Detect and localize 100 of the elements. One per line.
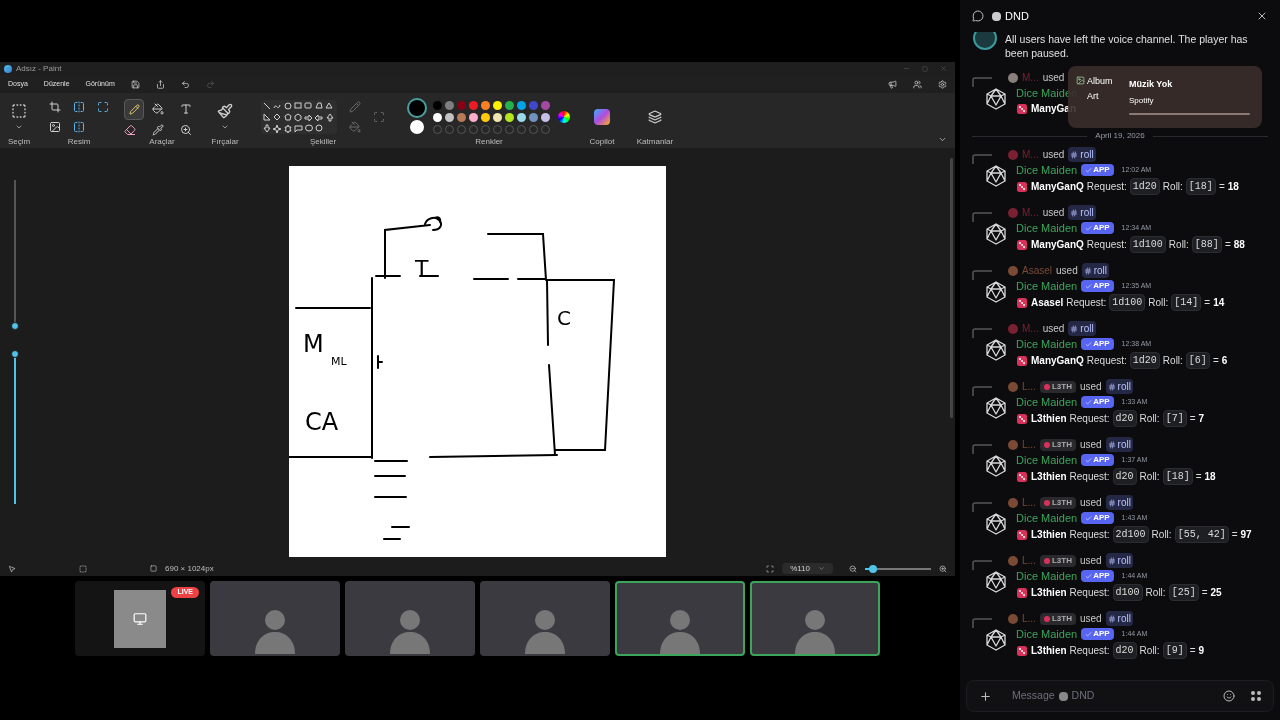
icosahedron-avatar-icon[interactable] [984,222,1008,246]
text-icon[interactable] [180,103,192,115]
bot-name[interactable]: Dice Maiden [1016,335,1078,353]
canvas-size-icon[interactable] [150,565,157,572]
megaphone-icon[interactable] [888,79,897,89]
rotate-icon[interactable] [73,101,85,113]
people-icon[interactable] [913,79,922,89]
icosahedron-avatar-icon[interactable] [984,396,1008,420]
command-link[interactable]: roll [1081,263,1110,278]
bot-name[interactable]: Dice Maiden [1016,509,1078,527]
color-swatch[interactable] [468,100,478,110]
bot-name[interactable]: Dice Maiden [1016,567,1078,585]
message-field[interactable]: Message DND [966,680,1274,712]
color-swatch[interactable] [468,112,478,122]
bot-name[interactable]: Dice Maiden [1016,393,1078,411]
layers-icon[interactable] [648,110,662,124]
command-link[interactable]: roll [1105,495,1133,510]
resize-icon[interactable] [97,101,109,113]
zoom-field[interactable]: %110 [782,563,833,574]
zoom-slider-thumb[interactable] [868,564,877,573]
save-icon[interactable] [130,79,140,89]
eraser-icon[interactable] [124,123,136,136]
color-swatch[interactable] [516,100,526,110]
bot-name[interactable]: Dice Maiden [1016,277,1078,295]
canvas[interactable]: T C M ML CA [289,166,666,557]
color-swatch[interactable] [432,112,442,122]
color-swatch[interactable] [516,112,526,122]
icosahedron-avatar-icon[interactable] [984,87,1008,111]
color-swatch[interactable] [492,100,502,110]
color-picker-icon[interactable] [152,123,164,136]
command-link[interactable]: roll [1105,553,1133,568]
slider-thumb[interactable] [11,321,19,330]
color-swatch[interactable] [432,100,442,110]
pencil-tool[interactable] [124,98,144,120]
icosahedron-avatar-icon[interactable] [984,454,1008,478]
zoom-in-icon[interactable] [939,564,947,573]
command-link[interactable]: roll [1105,379,1133,394]
share-icon[interactable] [155,79,165,89]
secondary-color[interactable] [409,120,424,134]
chevron-down-icon[interactable] [15,123,23,131]
icosahedron-avatar-icon[interactable] [984,164,1008,188]
color-swatch[interactable] [528,112,538,122]
scrollbar[interactable] [950,158,953,418]
color-swatch[interactable] [480,100,490,110]
color-swatch[interactable] [504,100,514,110]
undo-icon[interactable] [180,79,190,89]
icosahedron-avatar-icon[interactable] [984,628,1008,652]
image-icon[interactable] [49,121,61,133]
command-link[interactable]: roll [1068,321,1096,336]
reply-connector [972,560,992,570]
icosahedron-avatar-icon[interactable] [984,338,1008,362]
video-placeholder[interactable] [345,581,475,656]
add-icon[interactable] [979,689,992,703]
color-swatch[interactable] [456,112,466,122]
color-swatch[interactable] [504,112,514,122]
shapes-gallery[interactable] [261,100,337,134]
emoji-icon[interactable] [1223,690,1235,702]
slider-thumb[interactable] [11,350,19,358]
color-swatch[interactable] [444,112,454,122]
color-swatch[interactable] [480,112,490,122]
icosahedron-avatar-icon[interactable] [984,512,1008,536]
apps-icon[interactable] [1251,691,1261,701]
chevron-down-icon[interactable] [938,135,947,144]
icosahedron-avatar-icon[interactable] [984,280,1008,304]
command-link[interactable]: roll [1068,147,1096,162]
video-placeholder[interactable] [210,581,340,656]
selection-icon[interactable] [79,564,87,573]
video-placeholder[interactable] [480,581,610,656]
chevron-down-icon[interactable] [221,123,229,131]
zoom-out-icon[interactable] [849,564,857,573]
copilot-icon[interactable] [594,109,610,125]
color-swatch[interactable] [540,100,550,110]
close-icon[interactable] [1256,10,1268,22]
brush-icon[interactable] [217,103,233,119]
flip-icon[interactable] [73,121,85,133]
color-swatch[interactable] [528,100,538,110]
selection-icon[interactable] [11,103,27,119]
color-swatch[interactable] [492,112,502,122]
primary-color[interactable] [408,100,425,116]
video-placeholder[interactable] [615,581,745,656]
icosahedron-avatar-icon[interactable] [984,570,1008,594]
command-link[interactable]: roll [1105,437,1133,452]
bot-name[interactable]: Dice Maiden [1016,451,1078,469]
crop-icon[interactable] [49,101,61,113]
pointer-icon[interactable] [8,564,16,573]
fit-screen-icon[interactable] [766,564,775,573]
chat-bubble-icon[interactable] [972,10,984,22]
command-link[interactable]: roll [1068,205,1096,220]
color-swatch[interactable] [456,100,466,110]
fill-icon[interactable] [152,103,164,115]
color-swatch[interactable] [444,100,454,110]
color-wheel-icon[interactable] [557,111,570,123]
bot-name[interactable]: Dice Maiden [1016,219,1078,237]
command-link[interactable]: roll [1105,611,1133,626]
bot-name[interactable]: Dice Maiden [1016,625,1078,643]
video-placeholder[interactable] [750,581,880,656]
magnifier-icon[interactable] [180,123,192,136]
bot-name[interactable]: Dice Maiden [1016,161,1078,179]
settings-icon[interactable] [938,79,947,89]
color-swatch[interactable] [540,112,550,122]
